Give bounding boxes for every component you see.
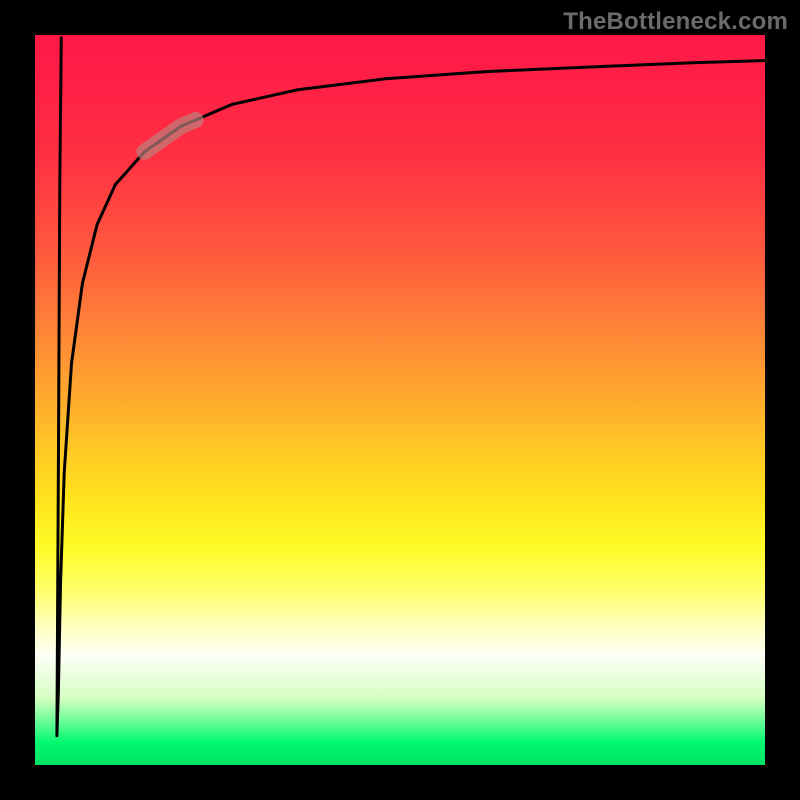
plot-area <box>35 35 765 765</box>
chart-frame: TheBottleneck.com <box>0 0 800 800</box>
curve-layer <box>35 35 765 765</box>
curve-highlight-segment <box>145 120 196 152</box>
watermark-text: TheBottleneck.com <box>563 8 788 36</box>
